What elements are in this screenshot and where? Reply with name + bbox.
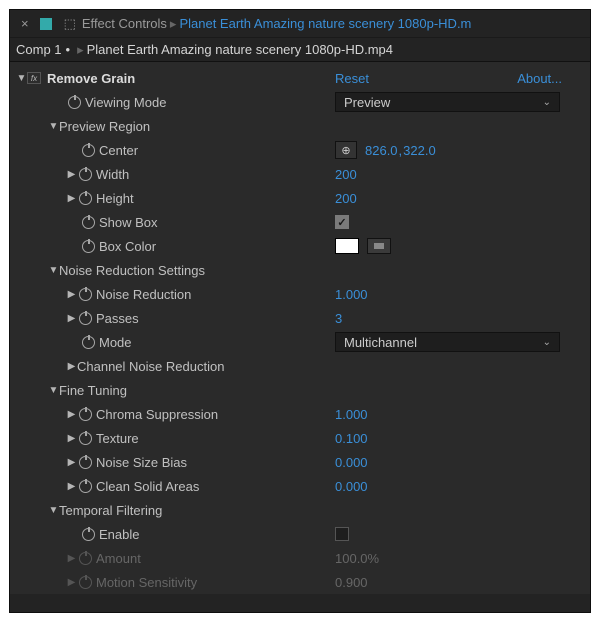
bias-value[interactable]: 0.000 [335, 455, 368, 470]
layer-name[interactable]: Planet Earth Amazing nature scenery 1080… [87, 42, 393, 57]
param-mode: Mode [99, 335, 132, 350]
group-nr-settings: Noise Reduction Settings [59, 263, 205, 278]
group-channel-nr: Channel Noise Reduction [77, 359, 224, 374]
point-target-icon[interactable]: ⊕ [335, 141, 357, 159]
twirl-right-icon[interactable] [66, 433, 77, 444]
param-amount: Amount [96, 551, 141, 566]
crumb-separator-icon: ▸ [170, 16, 177, 32]
stopwatch-icon [79, 552, 92, 565]
nr-value[interactable]: 1.000 [335, 287, 368, 302]
param-motion: Motion Sensitivity [96, 575, 197, 590]
stopwatch-icon[interactable] [79, 432, 92, 445]
layer-crumb[interactable]: Planet Earth Amazing nature scenery 1080… [179, 16, 471, 31]
close-icon[interactable]: × [16, 16, 34, 31]
width-value[interactable]: 200 [335, 167, 357, 182]
stopwatch-icon[interactable] [79, 168, 92, 181]
chevron-down-icon: ⌄ [543, 97, 551, 108]
param-texture: Texture [96, 431, 139, 446]
param-passes: Passes [96, 311, 139, 326]
twirl-right-icon [66, 553, 77, 564]
stopwatch-icon[interactable] [79, 192, 92, 205]
stopwatch-icon[interactable] [79, 456, 92, 469]
stopwatch-icon[interactable] [82, 336, 95, 349]
motion-value: 0.900 [335, 575, 368, 590]
stopwatch-icon[interactable] [68, 96, 81, 109]
stopwatch-icon[interactable] [79, 408, 92, 421]
param-clean: Clean Solid Areas [96, 479, 199, 494]
twirl-right-icon[interactable] [66, 481, 77, 492]
chevron-down-icon: ⌄ [543, 337, 551, 348]
twirl-down-icon[interactable] [16, 73, 27, 84]
group-preview-region: Preview Region [59, 119, 150, 134]
param-viewing-mode: Viewing Mode [85, 95, 166, 110]
twirl-down-icon[interactable] [48, 505, 59, 516]
param-show-box: Show Box [99, 215, 158, 230]
comp-bar: Comp 1 • ▸ Planet Earth Amazing nature s… [10, 38, 590, 62]
group-fine-tuning: Fine Tuning [59, 383, 127, 398]
twirl-right-icon[interactable] [66, 457, 77, 468]
eyedropper-icon[interactable] [367, 238, 391, 254]
clean-value[interactable]: 0.000 [335, 479, 368, 494]
stopwatch-icon [79, 576, 92, 589]
dropdown-value: Preview [344, 95, 390, 110]
effect-body: fx Remove Grain Reset About... Viewing M… [10, 62, 590, 594]
effect-controls-panel: × ⬚ Effect Controls ▸ Planet Earth Amazi… [9, 9, 591, 613]
twirl-down-icon[interactable] [48, 121, 59, 132]
center-y[interactable]: 322.0 [403, 143, 436, 158]
stopwatch-icon[interactable] [79, 288, 92, 301]
crumb-separator-icon: ▸ [77, 42, 84, 58]
twirl-right-icon[interactable] [66, 313, 77, 324]
stopwatch-icon[interactable] [82, 216, 95, 229]
bullet-icon: • [66, 42, 71, 57]
group-temporal: Temporal Filtering [59, 503, 162, 518]
reset-button[interactable]: Reset [335, 71, 369, 86]
param-chroma: Chroma Suppression [96, 407, 218, 422]
amount-value: 100.0% [335, 551, 379, 566]
show-box-checkbox[interactable]: ✓ [335, 215, 349, 229]
tab-bar: × ⬚ Effect Controls ▸ Planet Earth Amazi… [10, 10, 590, 38]
param-bias: Noise Size Bias [96, 455, 187, 470]
lock-icon[interactable]: ⬚ [64, 16, 76, 32]
stopwatch-icon[interactable] [82, 144, 95, 157]
comma: , [399, 143, 403, 158]
param-box-color: Box Color [99, 239, 156, 254]
center-x[interactable]: 826.0 [365, 143, 398, 158]
stopwatch-icon[interactable] [82, 528, 95, 541]
enable-checkbox[interactable] [335, 527, 349, 541]
about-button[interactable]: About... [517, 71, 562, 86]
twirl-down-icon[interactable] [48, 385, 59, 396]
twirl-down-icon[interactable] [48, 265, 59, 276]
chroma-value[interactable]: 1.000 [335, 407, 368, 422]
fx-icon[interactable]: fx [27, 72, 41, 84]
panel-indicator-icon [40, 18, 52, 30]
param-height: Height [96, 191, 134, 206]
viewing-mode-dropdown[interactable]: Preview ⌄ [335, 92, 560, 112]
stopwatch-icon[interactable] [79, 480, 92, 493]
comp-name[interactable]: Comp 1 [16, 42, 62, 57]
color-swatch[interactable] [335, 238, 359, 254]
panel-title: Effect Controls [82, 16, 167, 31]
param-width: Width [96, 167, 129, 182]
twirl-right-icon [66, 577, 77, 588]
stopwatch-icon[interactable] [79, 312, 92, 325]
param-noise-reduction: Noise Reduction [96, 287, 191, 302]
param-enable: Enable [99, 527, 139, 542]
twirl-right-icon[interactable] [66, 193, 77, 204]
twirl-right-icon[interactable] [66, 361, 77, 372]
twirl-right-icon[interactable] [66, 169, 77, 180]
effect-name[interactable]: Remove Grain [47, 71, 135, 86]
mode-dropdown[interactable]: Multichannel ⌄ [335, 332, 560, 352]
passes-value[interactable]: 3 [335, 311, 342, 326]
height-value[interactable]: 200 [335, 191, 357, 206]
texture-value[interactable]: 0.100 [335, 431, 368, 446]
dropdown-value: Multichannel [344, 335, 417, 350]
twirl-right-icon[interactable] [66, 289, 77, 300]
param-center: Center [99, 143, 138, 158]
stopwatch-icon[interactable] [82, 240, 95, 253]
twirl-right-icon[interactable] [66, 409, 77, 420]
